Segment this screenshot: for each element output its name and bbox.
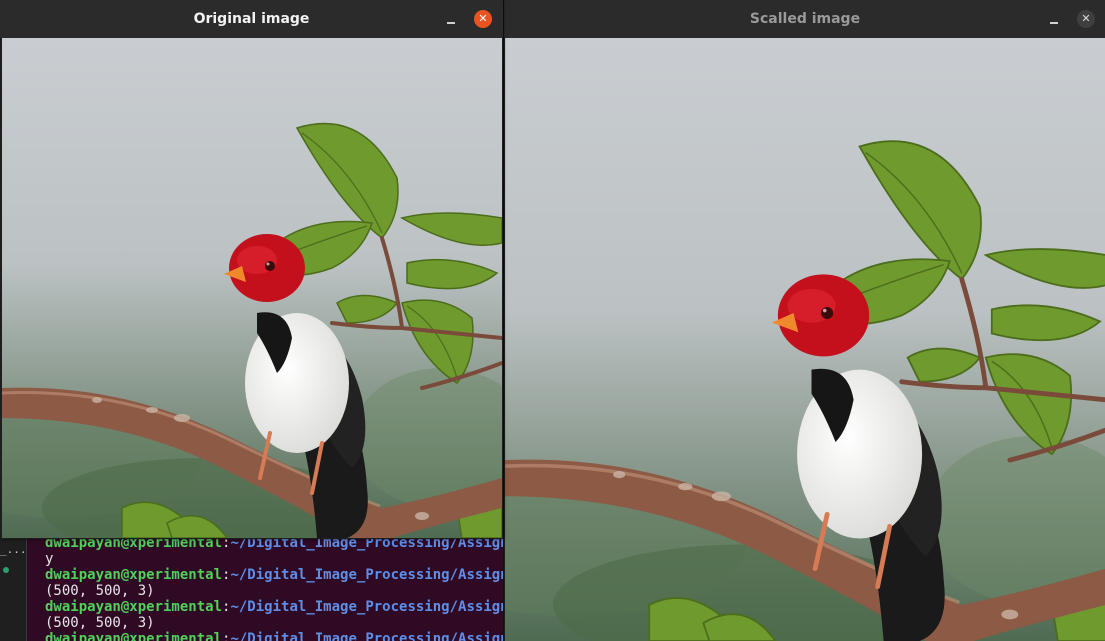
bird-photo-icon	[505, 38, 1105, 641]
output-line: (500, 500, 3)	[45, 615, 155, 631]
image-canvas	[2, 38, 502, 538]
terminal-gutter: _...	[0, 535, 27, 641]
gutter-label: _...	[0, 543, 27, 556]
scaled-image-window[interactable]: Scalled image ✕	[503, 0, 1105, 641]
bird-photo-icon	[2, 38, 502, 538]
titlebar[interactable]: Scalled image ✕	[504, 0, 1105, 39]
window-title: Original image	[193, 11, 310, 27]
prompt-line: dwaipayan@xperimental:~/Digital_Image_Pr…	[45, 567, 543, 583]
image-canvas	[505, 38, 1105, 641]
prompt-path: ~/Digital_Image_Processing/Assignment	[230, 567, 543, 583]
output-line: (500, 500, 3)	[45, 583, 155, 599]
output-line: y	[45, 551, 54, 567]
minimize-button[interactable]	[1046, 11, 1062, 27]
window-title: Scalled image	[749, 11, 861, 27]
terminal-output: dwaipayan@xperimental:~/Digital_Image_Pr…	[45, 535, 542, 641]
prompt-user: dwaipayan@xperimental	[45, 631, 223, 641]
prompt-path: ~/Digital_Image_Processing/Assignment	[230, 599, 543, 615]
prompt-line: dwaipayan@xperimental:~/Digital_Image_Pr…	[45, 631, 542, 641]
prompt-user: dwaipayan@xperimental	[45, 567, 223, 583]
close-button[interactable]: ✕	[474, 10, 492, 28]
titlebar[interactable]: Original image ✕	[0, 0, 503, 39]
minimize-button[interactable]	[443, 11, 459, 27]
prompt-user: dwaipayan@xperimental	[45, 599, 223, 615]
prompt-path: ~/Digital_Image_Processing/Assignment	[230, 631, 543, 641]
prompt-line: dwaipayan@xperimental:~/Digital_Image_Pr…	[45, 599, 543, 615]
status-dot-icon	[3, 567, 9, 573]
original-image-window[interactable]: Original image ✕	[0, 0, 503, 539]
close-button[interactable]: ✕	[1077, 10, 1095, 28]
